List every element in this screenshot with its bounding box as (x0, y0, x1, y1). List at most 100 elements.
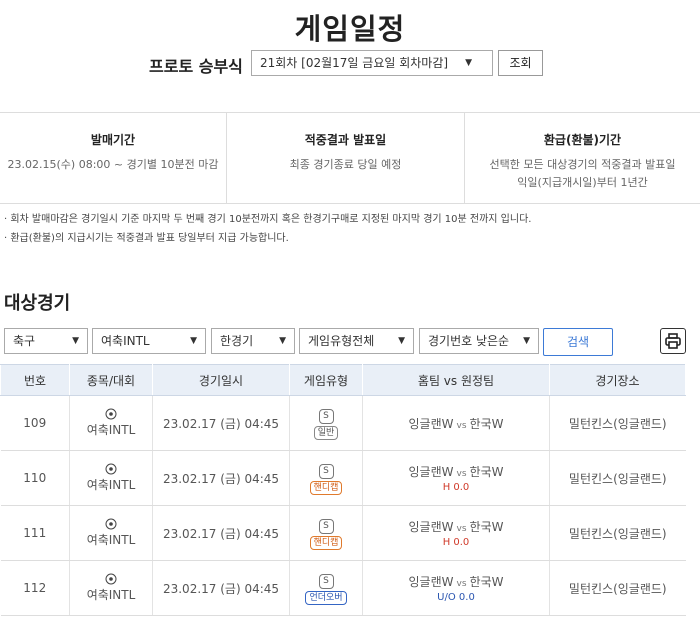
game-number: 109 (0, 395, 70, 451)
refund-period-line1: 선택한 모든 대상경기의 적중결과 발표일 (489, 158, 676, 171)
home-team: 잉글랜W (408, 575, 454, 589)
round-label: 프로토 승부식 (149, 57, 243, 76)
chevron-down-icon: ▼ (279, 336, 286, 346)
league-cell: 여축INTL (69, 560, 153, 616)
vs-label: vs (456, 579, 467, 589)
league-name: 여축INTL (86, 533, 136, 547)
game-type-cell: S 핸디캡 (289, 505, 363, 561)
venue: 밀턴킨스(잉글랜드) (549, 560, 686, 616)
handicap-value: H 0.0 (442, 482, 470, 493)
table-row[interactable]: 112 여축INTL 23.02.17 (금) 04:45 S 언더오버 잉글랜… (0, 560, 686, 616)
table-row[interactable]: 110 여축INTL 23.02.17 (금) 04:45 S 핸디캡 잉글랜W… (0, 450, 686, 506)
game-type-cell: S 언더오버 (289, 560, 363, 616)
result-date-title: 적중결과 발표일 (304, 133, 387, 147)
single-game-select[interactable]: 한경기 ▼ (211, 328, 295, 354)
league-select[interactable]: 여축INTL ▼ (92, 328, 206, 354)
sale-period-title: 발매기간 (90, 133, 136, 147)
league-name: 여축INTL (86, 423, 136, 437)
sale-period: 발매기간 23.02.15(수) 08:00 ~ 경기별 10분전 마감 (0, 113, 226, 203)
handicap-value: H 0.0 (442, 537, 470, 548)
away-team: 한국W (469, 520, 504, 534)
col-datetime: 경기일시 (152, 364, 290, 396)
soccer-ball-icon (105, 573, 117, 585)
teams-cell: 잉글랜W vs 한국W (362, 395, 550, 451)
soccer-ball-icon (105, 518, 117, 530)
away-team: 한국W (469, 575, 504, 589)
vs-label: vs (456, 524, 467, 534)
game-datetime: 23.02.17 (금) 04:45 (152, 505, 290, 561)
round-select-value: 21회차 [02월17일 금요일 회차마감] (260, 56, 449, 70)
chevron-down-icon: ▼ (72, 336, 79, 346)
print-button[interactable] (660, 328, 686, 354)
venue: 밀턴킨스(잉글랜드) (549, 395, 686, 451)
search-button[interactable]: 검색 (543, 328, 613, 356)
league-cell: 여축INTL (69, 505, 153, 561)
teams-cell: 잉글랜W vs 한국W H 0.0 (362, 450, 550, 506)
games-table: 번호 종목/대회 경기일시 게임유형 홈팀 vs 원정팀 경기장소 109 여축… (0, 364, 686, 616)
game-type-cell: S 핸디캡 (289, 450, 363, 506)
chevron-down-icon: ▼ (190, 336, 197, 346)
table-row[interactable]: 109 여축INTL 23.02.17 (금) 04:45 S 일반 잉글랜W v… (0, 395, 686, 451)
sport-select-value: 축구 (13, 334, 36, 348)
home-team: 잉글랜W (408, 520, 454, 534)
league-cell: 여축INTL (69, 450, 153, 506)
game-type-code: S (318, 518, 334, 534)
game-number: 112 (0, 560, 70, 616)
round-selector-row: 프로토 승부식 21회차 [02월17일 금요일 회차마감] ▼ 조회 (0, 50, 700, 78)
result-date-value: 최종 경기종료 당일 예정 (289, 158, 402, 171)
away-team: 한국W (469, 416, 504, 431)
col-teams: 홈팀 vs 원정팀 (362, 364, 550, 396)
sale-period-value: 23.02.15(수) 08:00 ~ 경기별 10분전 마감 (7, 158, 219, 171)
league-cell: 여축INTL (69, 395, 153, 451)
game-type-code: S (318, 573, 334, 589)
table-row[interactable]: 111 여축INTL 23.02.17 (금) 04:45 S 핸디캡 잉글랜W… (0, 505, 686, 561)
league-name: 여축INTL (86, 588, 136, 602)
col-game-type: 게임유형 (289, 364, 363, 396)
game-datetime: 23.02.17 (금) 04:45 (152, 450, 290, 506)
home-team: 잉글랜W (408, 416, 454, 431)
game-type-badge: 언더오버 (305, 590, 347, 605)
game-type-badge: 핸디캡 (309, 535, 343, 550)
refund-period-title: 환급(환불)기간 (543, 133, 622, 147)
sport-select[interactable]: 축구 ▼ (4, 328, 88, 354)
table-header-row: 번호 종목/대회 경기일시 게임유형 홈팀 vs 원정팀 경기장소 (0, 364, 686, 396)
refund-period: 환급(환불)기간 선택한 모든 대상경기의 적중결과 발표일 익일(지급개시일)… (465, 113, 700, 203)
game-type-badge: 일반 (313, 425, 339, 440)
game-type-select[interactable]: 게임유형전체 ▼ (299, 328, 414, 354)
game-type-code: S (318, 463, 334, 479)
game-type-select-value: 게임유형전체 (308, 334, 375, 348)
refund-period-value: 선택한 모든 대상경기의 적중결과 발표일 익일(지급개시일)부터 1년간 (465, 156, 700, 192)
venue: 밀턴킨스(잉글랜드) (549, 450, 686, 506)
teams-cell: 잉글랜W vs 한국W H 0.0 (362, 505, 550, 561)
sale-info-box: 발매기간 23.02.15(수) 08:00 ~ 경기별 10분전 마감 적중결… (0, 112, 700, 204)
game-type-cell: S 일반 (289, 395, 363, 451)
section-title: 대상경기 (4, 293, 71, 314)
notice-list: · 회차 발매마감은 경기일시 기준 마지막 두 번째 경기 10분전까지 혹은… (4, 210, 531, 248)
notice-item: · 환급(환불)의 지급시기는 적중결과 발표 당일부터 지급 가능합니다. (4, 233, 289, 244)
under-over-value: U/O 0.0 (437, 592, 475, 603)
query-button[interactable]: 조회 (498, 50, 543, 76)
league-name: 여축INTL (86, 478, 136, 492)
single-game-select-value: 한경기 (220, 334, 254, 348)
refund-period-line2: 익일(지급개시일)부터 1년간 (517, 176, 648, 189)
chevron-down-icon: ▼ (398, 336, 405, 346)
sort-select[interactable]: 경기번호 낮은순 ▼ (419, 328, 539, 354)
col-number: 번호 (0, 364, 70, 396)
game-number: 111 (0, 505, 70, 561)
teams-cell: 잉글랜W vs 한국W U/O 0.0 (362, 560, 550, 616)
col-league: 종목/대회 (69, 364, 153, 396)
league-select-value: 여축INTL (101, 334, 150, 348)
result-date: 적중결과 발표일 최종 경기종료 당일 예정 (227, 113, 464, 203)
home-team: 잉글랜W (408, 465, 454, 479)
game-type-code: S (318, 408, 334, 424)
game-datetime: 23.02.17 (금) 04:45 (152, 560, 290, 616)
chevron-down-icon: ▼ (465, 58, 472, 68)
round-select[interactable]: 21회차 [02월17일 금요일 회차마감] ▼ (251, 50, 493, 76)
col-venue: 경기장소 (549, 364, 686, 396)
soccer-ball-icon (105, 463, 117, 475)
vs-label: vs (456, 469, 467, 479)
vs-label: vs (456, 420, 467, 431)
sort-select-value: 경기번호 낮은순 (428, 334, 510, 348)
filter-bar: 축구 ▼ 여축INTL ▼ 한경기 ▼ 게임유형전체 ▼ 경기번호 낮은순 ▼ … (0, 328, 700, 356)
soccer-ball-icon (105, 408, 117, 420)
